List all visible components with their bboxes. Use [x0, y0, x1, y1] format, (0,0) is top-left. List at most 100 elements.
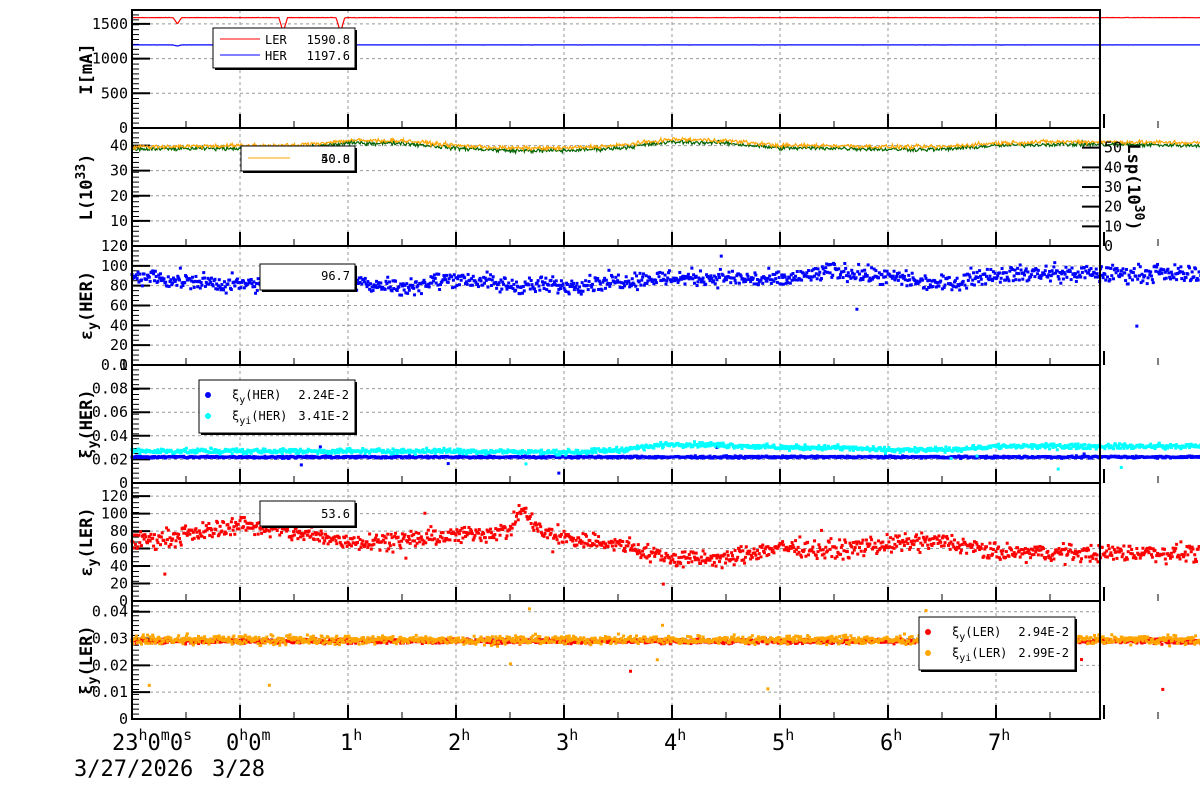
data-point	[510, 526, 514, 530]
data-point	[182, 531, 186, 535]
data-point	[704, 282, 708, 286]
data-point	[859, 549, 863, 553]
data-point	[539, 525, 543, 529]
data-point	[876, 276, 880, 280]
data-point	[696, 280, 700, 284]
data-point	[830, 555, 834, 559]
data-point	[296, 537, 300, 541]
data-point	[1036, 268, 1040, 272]
data-point	[448, 538, 452, 542]
data-point	[757, 552, 761, 556]
data-point	[767, 266, 771, 270]
data-point	[1063, 272, 1067, 276]
data-point	[815, 277, 819, 281]
data-point	[1047, 273, 1051, 277]
data-point	[389, 532, 393, 536]
data-point	[181, 283, 185, 287]
data-point	[488, 536, 492, 540]
data-point	[681, 565, 685, 569]
data-point	[559, 279, 563, 283]
data-point	[857, 262, 861, 266]
data-point	[279, 530, 283, 534]
data-point	[335, 542, 339, 546]
data-point	[846, 271, 850, 275]
data-point	[249, 278, 253, 282]
data-point	[1109, 266, 1113, 270]
data-point	[679, 561, 683, 565]
data-point	[390, 536, 394, 540]
data-point	[634, 284, 638, 288]
data-point	[608, 284, 612, 288]
data-point	[622, 284, 626, 288]
data-point	[425, 532, 429, 536]
data-point	[652, 282, 656, 286]
data-point	[975, 454, 979, 458]
data-point	[718, 267, 722, 271]
data-point	[701, 276, 705, 280]
data-point	[1175, 278, 1179, 282]
data-point	[151, 269, 155, 273]
data-point	[173, 545, 177, 549]
data-point	[790, 541, 794, 545]
data-point	[565, 540, 569, 544]
data-point	[756, 283, 760, 287]
data-point	[550, 527, 554, 531]
data-point	[978, 274, 982, 278]
data-point	[725, 550, 729, 554]
y-tick-label: 20	[110, 575, 128, 593]
data-point	[704, 561, 708, 565]
data-point	[927, 285, 931, 289]
data-point	[478, 276, 482, 280]
data-point	[237, 527, 241, 531]
data-point	[456, 277, 460, 281]
data-point	[988, 274, 992, 278]
data-point	[703, 552, 707, 556]
data-point	[514, 514, 518, 518]
data-point	[883, 451, 887, 455]
data-point	[538, 288, 542, 292]
data-point	[375, 279, 379, 283]
data-point	[922, 285, 926, 289]
data-point	[1141, 279, 1145, 283]
data-point	[562, 529, 566, 533]
data-point	[240, 516, 244, 520]
data-point	[279, 447, 283, 451]
data-point	[1095, 272, 1099, 276]
data-point	[939, 279, 943, 283]
data-point	[829, 537, 833, 541]
data-point	[483, 281, 487, 285]
data-point	[576, 448, 580, 452]
data-point	[850, 545, 854, 549]
data-point	[736, 555, 740, 559]
data-point	[998, 280, 1002, 284]
data-point	[216, 521, 220, 525]
data-point	[399, 546, 403, 550]
data-point	[152, 544, 156, 548]
data-point	[838, 273, 842, 277]
data-point	[881, 540, 885, 544]
data-point	[866, 263, 870, 267]
data-point	[881, 282, 885, 286]
data-point	[1085, 264, 1089, 268]
data-point	[154, 547, 158, 551]
data-point	[654, 281, 658, 285]
data-point	[726, 553, 730, 557]
data-point	[333, 535, 337, 539]
data-point	[146, 541, 150, 545]
data-point	[816, 267, 820, 271]
data-point	[1112, 447, 1116, 451]
data-point	[140, 278, 144, 282]
data-point	[536, 279, 540, 283]
data-point	[718, 560, 722, 564]
data-point	[935, 281, 939, 285]
data-point	[229, 287, 233, 291]
data-point	[514, 520, 518, 524]
data-point	[921, 278, 925, 282]
data-point	[664, 282, 668, 286]
data-point	[505, 534, 509, 538]
data-point	[571, 539, 575, 543]
data-point	[816, 550, 820, 554]
data-point	[662, 559, 666, 563]
data-point	[1043, 269, 1047, 273]
data-point	[334, 539, 338, 543]
